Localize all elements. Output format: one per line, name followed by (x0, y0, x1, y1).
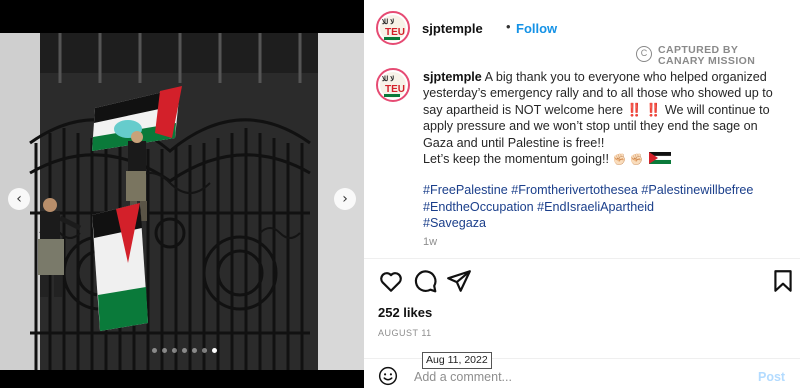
avatar[interactable]: لا للا TEU (376, 11, 410, 45)
comment-icon[interactable] (412, 268, 438, 294)
caption-line: apply pressure and we won’t stop until t… (423, 119, 758, 134)
send-icon[interactable] (446, 268, 472, 294)
post-comment-button[interactable]: Post (758, 370, 785, 384)
likes-count[interactable]: 252 likes (378, 305, 432, 320)
lower-flag (92, 203, 148, 331)
caption-line: A big thank you to everyone who helped o… (484, 70, 767, 84)
carousel-dot[interactable] (162, 348, 167, 353)
post-photo (0, 33, 364, 370)
caption-line: Let’s keep the momentum going!! (423, 152, 609, 167)
caption-line: yesterday’s emergency rally and to all t… (423, 86, 773, 101)
smiley-icon[interactable] (378, 366, 398, 386)
carousel-dot[interactable] (172, 348, 177, 353)
post-date: AUGUST 11 (378, 328, 432, 338)
canary-mission-watermark: C CAPTURED BY CANARY MISSION (636, 44, 756, 67)
media-panel: ‹ › (0, 0, 364, 388)
hashtag-line[interactable]: #FreePalestine #Fromtherivertothesea #Pa… (423, 182, 793, 198)
carousel-dot[interactable] (192, 348, 197, 353)
caption-line: Gaza and until Palestine is free!! (423, 135, 605, 150)
carousel-dot[interactable] (212, 348, 217, 353)
bookmark-icon[interactable] (770, 268, 796, 294)
divider (364, 258, 800, 259)
header-separator: • (506, 19, 511, 34)
palestine-flag-emoji (648, 152, 671, 165)
heart-icon[interactable] (378, 268, 404, 294)
caption-line: We will continue to (664, 102, 770, 117)
carousel-dots (152, 348, 217, 353)
next-photo-button[interactable]: › (334, 188, 356, 210)
raised-fist-emoji: ✊🏻 ✊🏻 (612, 153, 644, 167)
post-details-panel: لا للا TEU sjptemple • Follow C CAPTURED… (364, 0, 800, 388)
carousel-dot[interactable] (202, 348, 207, 353)
chevron-left-icon: ‹ (16, 191, 22, 207)
carousel-dot[interactable] (182, 348, 187, 353)
avatar-logo-text: لا للا (382, 19, 395, 26)
caption-avatar[interactable]: لا للا TEU (376, 68, 410, 102)
previous-photo-button[interactable]: ‹ (8, 188, 30, 210)
gate-photo-illustration (0, 33, 364, 370)
watermark-line2: CANARY MISSION (658, 55, 756, 67)
comment-input[interactable] (414, 368, 744, 386)
hashtag-line[interactable]: #Savegaza (423, 215, 793, 231)
double-exclamation-emoji: ‼️ ‼️ (626, 102, 662, 117)
caption-username[interactable]: sjptemple (423, 70, 482, 84)
caption-line: say apartheid is NOT welcome here (423, 102, 623, 117)
follow-button[interactable]: Follow (516, 21, 557, 36)
post-author-username[interactable]: sjptemple (422, 21, 483, 36)
carousel-dot[interactable] (152, 348, 157, 353)
action-bar (364, 264, 800, 300)
hashtag-line[interactable]: #EndtheOccupation #EndIsraeliApartheid (423, 199, 793, 215)
date-tooltip: Aug 11, 2022 (422, 352, 492, 369)
post-caption: sjptemple A big thank you to everyone wh… (423, 69, 793, 232)
post-age[interactable]: 1w (423, 236, 437, 248)
info-icon: C (636, 46, 652, 62)
hashtags: #FreePalestine #Fromtherivertothesea #Pa… (423, 182, 793, 231)
chevron-right-icon: › (342, 191, 348, 207)
instagram-post-window: ‹ › لا للا TEU sjptemple • Follow C CAPT… (0, 0, 800, 388)
